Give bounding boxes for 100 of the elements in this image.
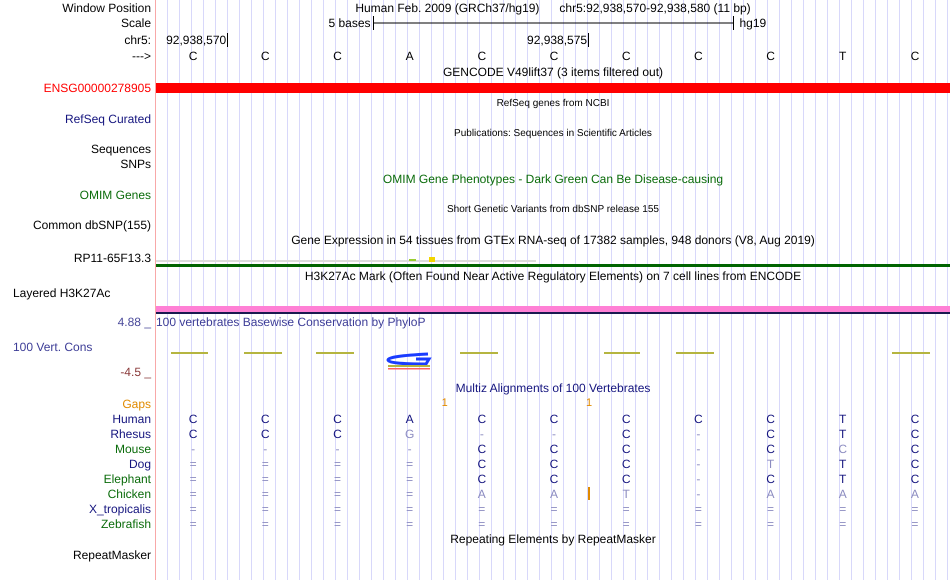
alignment-base: = <box>260 502 269 516</box>
species-label[interactable]: Zebrafish <box>100 516 151 530</box>
base-letter: C <box>332 49 342 63</box>
alignment-base: C <box>765 412 775 426</box>
species-label[interactable]: Chicken <box>108 486 151 500</box>
track-label[interactable]: Common dbSNP(155) <box>32 218 151 232</box>
track-title: RefSeq genes from NCBI <box>496 96 610 110</box>
alignment-base: = <box>188 502 197 516</box>
alignment-base: - <box>695 486 700 500</box>
track-title: Multiz Alignments of 100 Vertebrates <box>456 381 650 395</box>
alignment-base: C <box>548 412 558 426</box>
track-title: 100 vertebrates Basewise Conservation by PhyloP <box>156 315 426 329</box>
track-label[interactable]: RepeatMasker <box>72 548 151 562</box>
track-label[interactable]: SNPs <box>120 156 151 170</box>
alignment-base: = <box>332 472 341 486</box>
alignment-base: C <box>765 426 775 440</box>
coordinate-tick: 92,938,575 <box>527 32 590 46</box>
gene-bar[interactable] <box>156 83 950 93</box>
gap-count: 1 <box>586 396 592 411</box>
gap-count: 1 <box>442 396 448 411</box>
track-label[interactable]: 100 Vert. Cons <box>0 340 92 354</box>
alignment-base: = <box>405 486 414 500</box>
alignment-base: C <box>476 412 486 426</box>
alignment-base: C <box>620 442 630 456</box>
position-text: chr5:92,938,570-92,938,580 (11 bp) <box>559 0 751 14</box>
alignment-base: = <box>549 502 558 516</box>
coordinate-tick: 92,938,570 <box>166 32 228 46</box>
track-label[interactable]: OMIM Genes <box>80 188 151 202</box>
alignment-base: C <box>620 412 630 426</box>
alignment-base: C <box>765 442 775 456</box>
alignment-base: = <box>405 516 414 530</box>
alignment-base: C <box>260 426 270 440</box>
alignment-base: = <box>188 456 197 470</box>
alignment-base: C <box>765 472 775 486</box>
species-label[interactable]: Elephant <box>104 472 151 486</box>
alignment-base: C <box>332 412 342 426</box>
alignment-base: - <box>406 442 412 456</box>
assembly-title: Human Feb. 2009 (GRCh37/hg19) <box>355 0 540 14</box>
species-label[interactable]: X_tropicalis <box>88 502 151 516</box>
alignment-base: C <box>910 456 920 470</box>
track-label[interactable]: RP11-65F13.3 <box>74 251 151 265</box>
alignment-base: A <box>548 486 558 500</box>
base-letter: C <box>693 49 703 63</box>
base-letter: T <box>838 49 846 63</box>
track-label[interactable]: Sequences <box>90 142 151 156</box>
alignment-base: - <box>550 426 556 440</box>
row-label: Window Position <box>62 0 151 14</box>
row-label: Scale <box>120 16 151 30</box>
alignment-base: C <box>476 472 486 486</box>
alignment-base: = <box>260 456 269 470</box>
alignment-base: - <box>695 456 700 470</box>
species-label[interactable]: Dog <box>128 456 151 470</box>
track-label[interactable]: Layered H3K27Ac <box>13 286 110 300</box>
alignment-base: - <box>190 442 196 456</box>
alignment-base: = <box>766 516 774 530</box>
alignment-base: = <box>332 486 341 500</box>
alignment-base: = <box>260 486 269 500</box>
base-letter: C <box>188 49 198 63</box>
track-title: Publications: Sequences in Scientific Articles <box>454 126 652 140</box>
alignment-base: C <box>910 426 920 440</box>
alignment-base: = <box>332 502 341 516</box>
species-label[interactable]: Mouse <box>114 442 151 456</box>
strand-label: ---> <box>132 49 151 63</box>
alignment-base: A <box>766 486 775 500</box>
alignment-base: C <box>837 442 848 456</box>
track-title: OMIM Gene Phenotypes - Dark Green Can Be Disease-causing <box>382 172 724 186</box>
alignment-base: A <box>910 486 919 500</box>
track-title: Gene Expression in 54 tissues from GTEx RNA-seq of 17382 samples, 948 donors (V8, Aug 2019) <box>291 233 815 247</box>
alignment-base: C <box>910 442 920 456</box>
alignment-base: C <box>548 442 558 456</box>
track-label[interactable]: RefSeq Curated <box>64 112 151 126</box>
alignment-base: A <box>476 486 486 500</box>
track-label[interactable]: ENSG00000278905 <box>44 81 151 95</box>
base-letter: C <box>548 49 558 63</box>
alignment-base: = <box>838 516 846 530</box>
alignment-base: = <box>188 486 197 500</box>
base-letter: C <box>620 49 630 63</box>
alignment-base: = <box>405 456 414 470</box>
alignment-base: C <box>620 426 630 440</box>
assembly-label: hg19 <box>738 16 768 30</box>
scale-length: 5 bases <box>328 16 372 30</box>
alignment-base: C <box>910 472 920 486</box>
alignment-base: = <box>260 472 269 486</box>
axis-label: 4.88 _ <box>118 315 151 329</box>
alignment-base: C <box>548 456 558 470</box>
species-label[interactable]: Rhesus <box>110 426 151 440</box>
species-label[interactable]: Human <box>112 412 151 426</box>
alignment-base: = <box>260 516 269 530</box>
base-letter: C <box>910 49 920 63</box>
alignment-base: T <box>838 412 846 426</box>
alignment-base: = <box>188 516 197 530</box>
alignment-base: - <box>695 442 700 456</box>
alignment-base: = <box>694 516 702 530</box>
alignment-base: = <box>910 502 918 516</box>
alignment-base: = <box>332 456 341 470</box>
alignment-base: C <box>548 472 558 486</box>
alignment-base: T <box>838 456 846 470</box>
track-title: GENCODE V49lift37 (3 items filtered out) <box>442 65 664 79</box>
alignment-base: C <box>260 412 270 426</box>
track-title: Short Genetic Variants from dbSNP release 155 <box>447 202 659 216</box>
